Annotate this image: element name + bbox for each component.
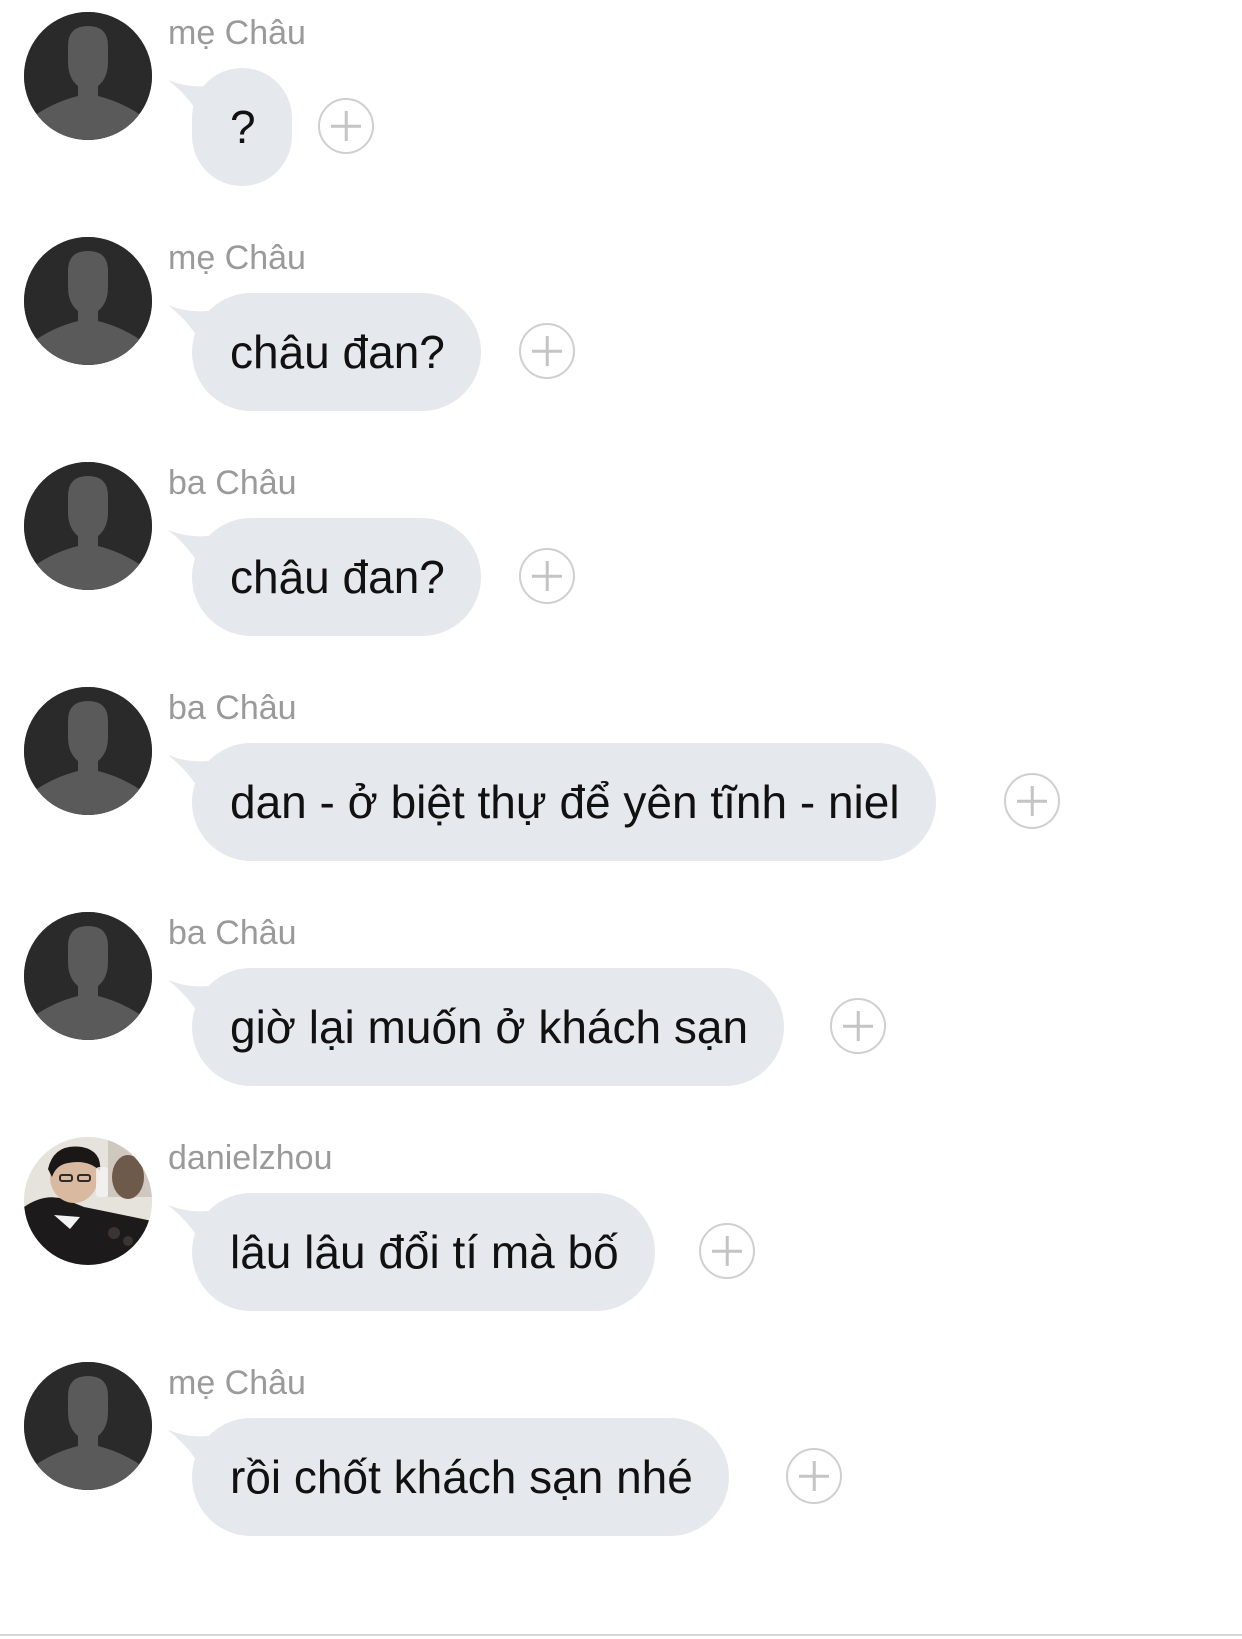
message-thread: mẹ Châu ? mẹ Châu châu đan? ba Châu châu… [0,0,1242,1639]
avatar[interactable] [24,687,152,815]
avatar[interactable] [24,462,152,590]
avatar[interactable] [24,1362,152,1490]
message-row: danielzhou lâu lâu đổi tí mà bố [0,1125,1242,1325]
sender-name: mẹ Châu [168,239,306,277]
message-text: rồi chốt khách sạn nhé [192,1418,729,1536]
add-reaction-plus-icon[interactable] [318,98,374,154]
sender-name: ba Châu [168,689,297,727]
message-row: mẹ Châu châu đan? [0,225,1242,425]
message-text: lâu lâu đổi tí mà bố [192,1193,655,1311]
avatar[interactable] [24,1137,152,1265]
message-row: ba Châu giờ lại muốn ở khách sạn [0,900,1242,1100]
sender-name: danielzhou [168,1139,333,1177]
avatar[interactable] [24,237,152,365]
message-text: châu đan? [192,518,481,636]
add-reaction-plus-icon[interactable] [1004,773,1060,829]
message-text: giờ lại muốn ở khách sạn [192,968,785,1086]
message-text: dan - ở biệt thự để yên tĩnh - niel [192,743,936,861]
message-row: ba Châu dan - ở biệt thự để yên tĩnh - n… [0,675,1242,875]
sender-name: mẹ Châu [168,14,306,52]
sender-name: mẹ Châu [168,1364,306,1402]
avatar[interactable] [24,12,152,140]
message-row: mẹ Châu rồi chốt khách sạn nhé [0,1350,1242,1550]
add-reaction-plus-icon[interactable] [519,548,575,604]
sender-name: ba Châu [168,914,297,952]
profile-photo [24,1137,152,1265]
sender-name: ba Châu [168,464,297,502]
silhouette-icon [24,687,152,815]
silhouette-icon [24,1362,152,1490]
add-reaction-plus-icon[interactable] [830,998,886,1054]
message-text: ? [192,68,292,186]
silhouette-icon [24,912,152,1040]
silhouette-icon [24,12,152,140]
message-row: ba Châu châu đan? [0,450,1242,650]
divider [0,1634,1242,1636]
message-row: mẹ Châu ? [0,0,1242,200]
add-reaction-plus-icon[interactable] [519,323,575,379]
silhouette-icon [24,462,152,590]
silhouette-icon [24,237,152,365]
message-text: châu đan? [192,293,481,411]
add-reaction-plus-icon[interactable] [786,1448,842,1504]
avatar[interactable] [24,912,152,1040]
add-reaction-plus-icon[interactable] [699,1223,755,1279]
